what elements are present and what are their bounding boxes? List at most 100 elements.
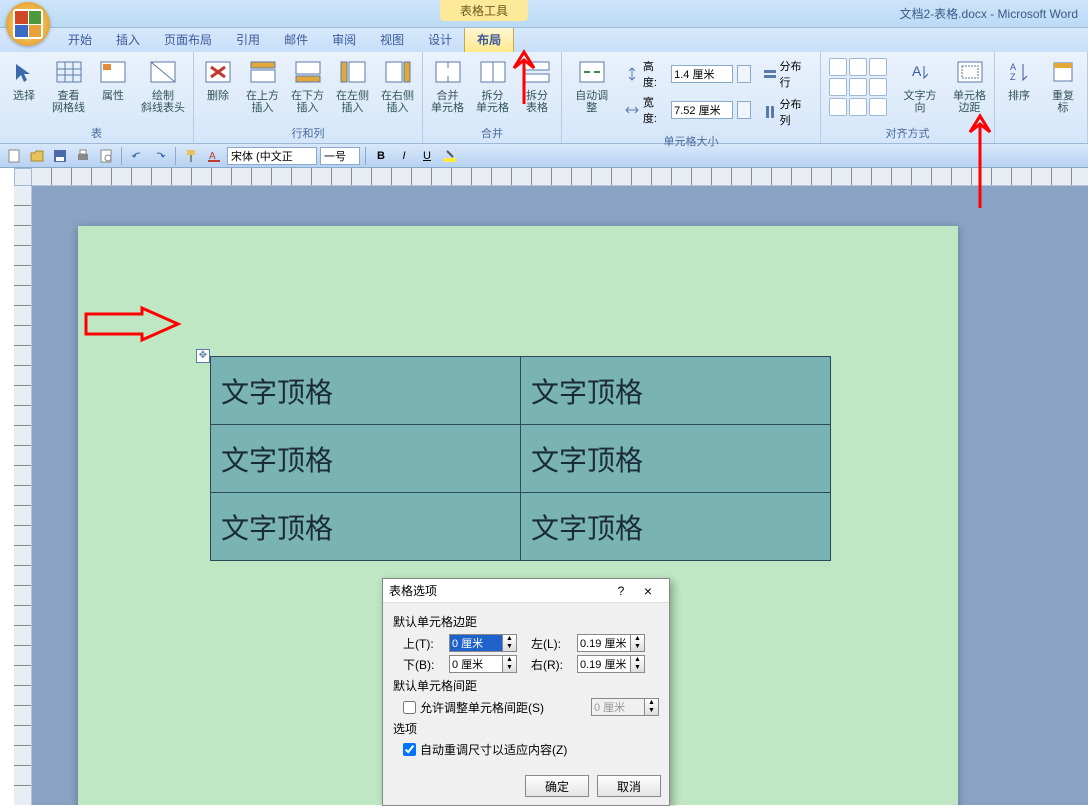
right-label: 右(R): xyxy=(531,656,571,673)
insert-right-button[interactable]: 在右侧 插入 xyxy=(377,54,418,116)
bottom-margin-input[interactable] xyxy=(449,655,503,673)
office-button[interactable] xyxy=(6,2,50,46)
table-row: 文字顶格文字顶格 xyxy=(211,493,831,561)
group-merge-label: 合并 xyxy=(427,124,557,143)
group-table-label: 表 xyxy=(4,124,189,143)
width-icon xyxy=(625,103,639,117)
preview-icon[interactable] xyxy=(96,146,116,166)
autofit-button[interactable]: 自动调整 xyxy=(566,54,617,116)
height-icon xyxy=(625,67,639,81)
distribute-rows-button[interactable]: 分布行 xyxy=(763,58,812,90)
sort-button[interactable]: AZ排序 xyxy=(999,54,1039,104)
autofit-checkbox[interactable] xyxy=(403,743,416,756)
draw-diagonal-button[interactable]: 绘制 斜线表头 xyxy=(137,54,189,116)
delete-button[interactable]: 删除 xyxy=(198,54,238,104)
width-input[interactable] xyxy=(671,101,733,119)
font-size-input[interactable] xyxy=(320,147,360,165)
word-table[interactable]: 文字顶格文字顶格 文字顶格文字顶格 文字顶格文字顶格 xyxy=(210,356,831,561)
cancel-button[interactable]: 取消 xyxy=(597,775,661,797)
spacing-spinner: ▲▼ xyxy=(645,698,659,716)
top-margin-input[interactable] xyxy=(449,634,503,652)
table-cell[interactable]: 文字顶格 xyxy=(211,357,521,425)
print-icon[interactable] xyxy=(73,146,93,166)
height-input[interactable] xyxy=(671,65,733,83)
tab-pagelayout[interactable]: 页面布局 xyxy=(152,27,224,52)
spacing-input xyxy=(591,698,645,716)
bottom-label: 下(B): xyxy=(403,656,443,673)
autofit-label: 自动重调尺寸以适应内容(Z) xyxy=(420,741,567,758)
horizontal-ruler[interactable] xyxy=(32,168,1088,186)
redo-icon[interactable] xyxy=(150,146,170,166)
insert-below-button[interactable]: 在下方 插入 xyxy=(287,54,328,116)
table-cell[interactable]: 文字顶格 xyxy=(211,493,521,561)
right-spinner[interactable]: ▲▼ xyxy=(631,655,645,673)
merge-cells-button[interactable]: 合并 单元格 xyxy=(427,54,468,116)
properties-button[interactable]: 属性 xyxy=(93,54,133,104)
font-name-input[interactable] xyxy=(227,147,317,165)
left-label: 左(L): xyxy=(531,635,571,652)
insert-above-button[interactable]: 在上方 插入 xyxy=(242,54,283,116)
help-icon[interactable]: ? xyxy=(609,584,633,598)
bold-icon[interactable]: B xyxy=(371,146,391,166)
vertical-ruler[interactable] xyxy=(14,186,32,805)
document-title: 文档2-表格.docx - Microsoft Word xyxy=(900,5,1078,22)
table-cell[interactable]: 文字顶格 xyxy=(521,425,831,493)
svg-text:A: A xyxy=(912,63,922,79)
table-move-handle[interactable]: ✥ xyxy=(196,349,210,363)
cell-margins-button[interactable]: 单元格 边距 xyxy=(949,54,990,116)
table-cell[interactable]: 文字顶格 xyxy=(521,493,831,561)
italic-icon[interactable]: I xyxy=(394,146,414,166)
tab-references[interactable]: 引用 xyxy=(224,27,272,52)
undo-icon[interactable] xyxy=(127,146,147,166)
height-spinner[interactable] xyxy=(737,65,751,83)
default-margin-label: 默认单元格边距 xyxy=(393,613,659,630)
save-icon[interactable] xyxy=(50,146,70,166)
svg-text:A: A xyxy=(1010,62,1016,72)
close-icon[interactable]: × xyxy=(633,583,663,599)
tab-review[interactable]: 审阅 xyxy=(320,27,368,52)
view-gridlines-button[interactable]: 查看 网格线 xyxy=(48,54,89,116)
text-color-icon[interactable]: A xyxy=(204,146,224,166)
width-spinner[interactable] xyxy=(737,101,751,119)
annotation-arrow-table xyxy=(82,304,182,344)
right-margin-input[interactable] xyxy=(577,655,631,673)
top-label: 上(T): xyxy=(403,635,443,652)
alignment-grid[interactable] xyxy=(825,54,891,120)
ok-button[interactable]: 确定 xyxy=(525,775,589,797)
format-painter-icon[interactable] xyxy=(181,146,201,166)
contextual-tab-label: 表格工具 xyxy=(440,0,528,21)
tab-mailings[interactable]: 邮件 xyxy=(272,27,320,52)
left-margin-input[interactable] xyxy=(577,634,631,652)
default-spacing-label: 默认单元格间距 xyxy=(393,677,659,694)
insert-left-button[interactable]: 在左侧 插入 xyxy=(332,54,373,116)
width-label: 宽度: xyxy=(643,94,667,126)
ribbon: 选择 查看 网格线 属性 绘制 斜线表头 表 删除 在上方 插入 在下方 插入 … xyxy=(0,52,1088,144)
table-cell[interactable]: 文字顶格 xyxy=(521,357,831,425)
allow-spacing-label: 允许调整单元格间距(S) xyxy=(420,699,544,716)
text-direction-button[interactable]: A文字方向 xyxy=(895,54,945,116)
allow-spacing-checkbox[interactable] xyxy=(403,701,416,714)
tab-view[interactable]: 视图 xyxy=(368,27,416,52)
ribbon-tabs: 开始 插入 页面布局 引用 邮件 审阅 视图 设计 布局 xyxy=(0,28,1088,52)
select-button[interactable]: 选择 xyxy=(4,54,44,104)
underline-icon[interactable]: U xyxy=(417,146,437,166)
tab-home[interactable]: 开始 xyxy=(56,27,104,52)
table-row: 文字顶格文字顶格 xyxy=(211,357,831,425)
group-cellsize-label: 单元格大小 xyxy=(566,132,816,151)
highlight-icon[interactable] xyxy=(440,146,460,166)
annotation-arrow-cell-margins xyxy=(960,110,1000,210)
bottom-spinner[interactable]: ▲▼ xyxy=(503,655,517,673)
quick-access-toolbar: A B I U xyxy=(0,144,1088,168)
top-spinner[interactable]: ▲▼ xyxy=(503,634,517,652)
new-icon[interactable] xyxy=(4,146,24,166)
titlebar: 表格工具 文档2-表格.docx - Microsoft Word xyxy=(0,0,1088,28)
open-icon[interactable] xyxy=(27,146,47,166)
table-cell[interactable]: 文字顶格 xyxy=(211,425,521,493)
repeat-header-button[interactable]: 重复标 xyxy=(1043,54,1083,116)
left-spinner[interactable]: ▲▼ xyxy=(631,634,645,652)
svg-text:Z: Z xyxy=(1010,72,1016,82)
tab-insert[interactable]: 插入 xyxy=(104,27,152,52)
ruler-corner[interactable] xyxy=(14,168,32,186)
tab-design[interactable]: 设计 xyxy=(416,27,464,52)
distribute-cols-button[interactable]: 分布列 xyxy=(763,96,812,128)
